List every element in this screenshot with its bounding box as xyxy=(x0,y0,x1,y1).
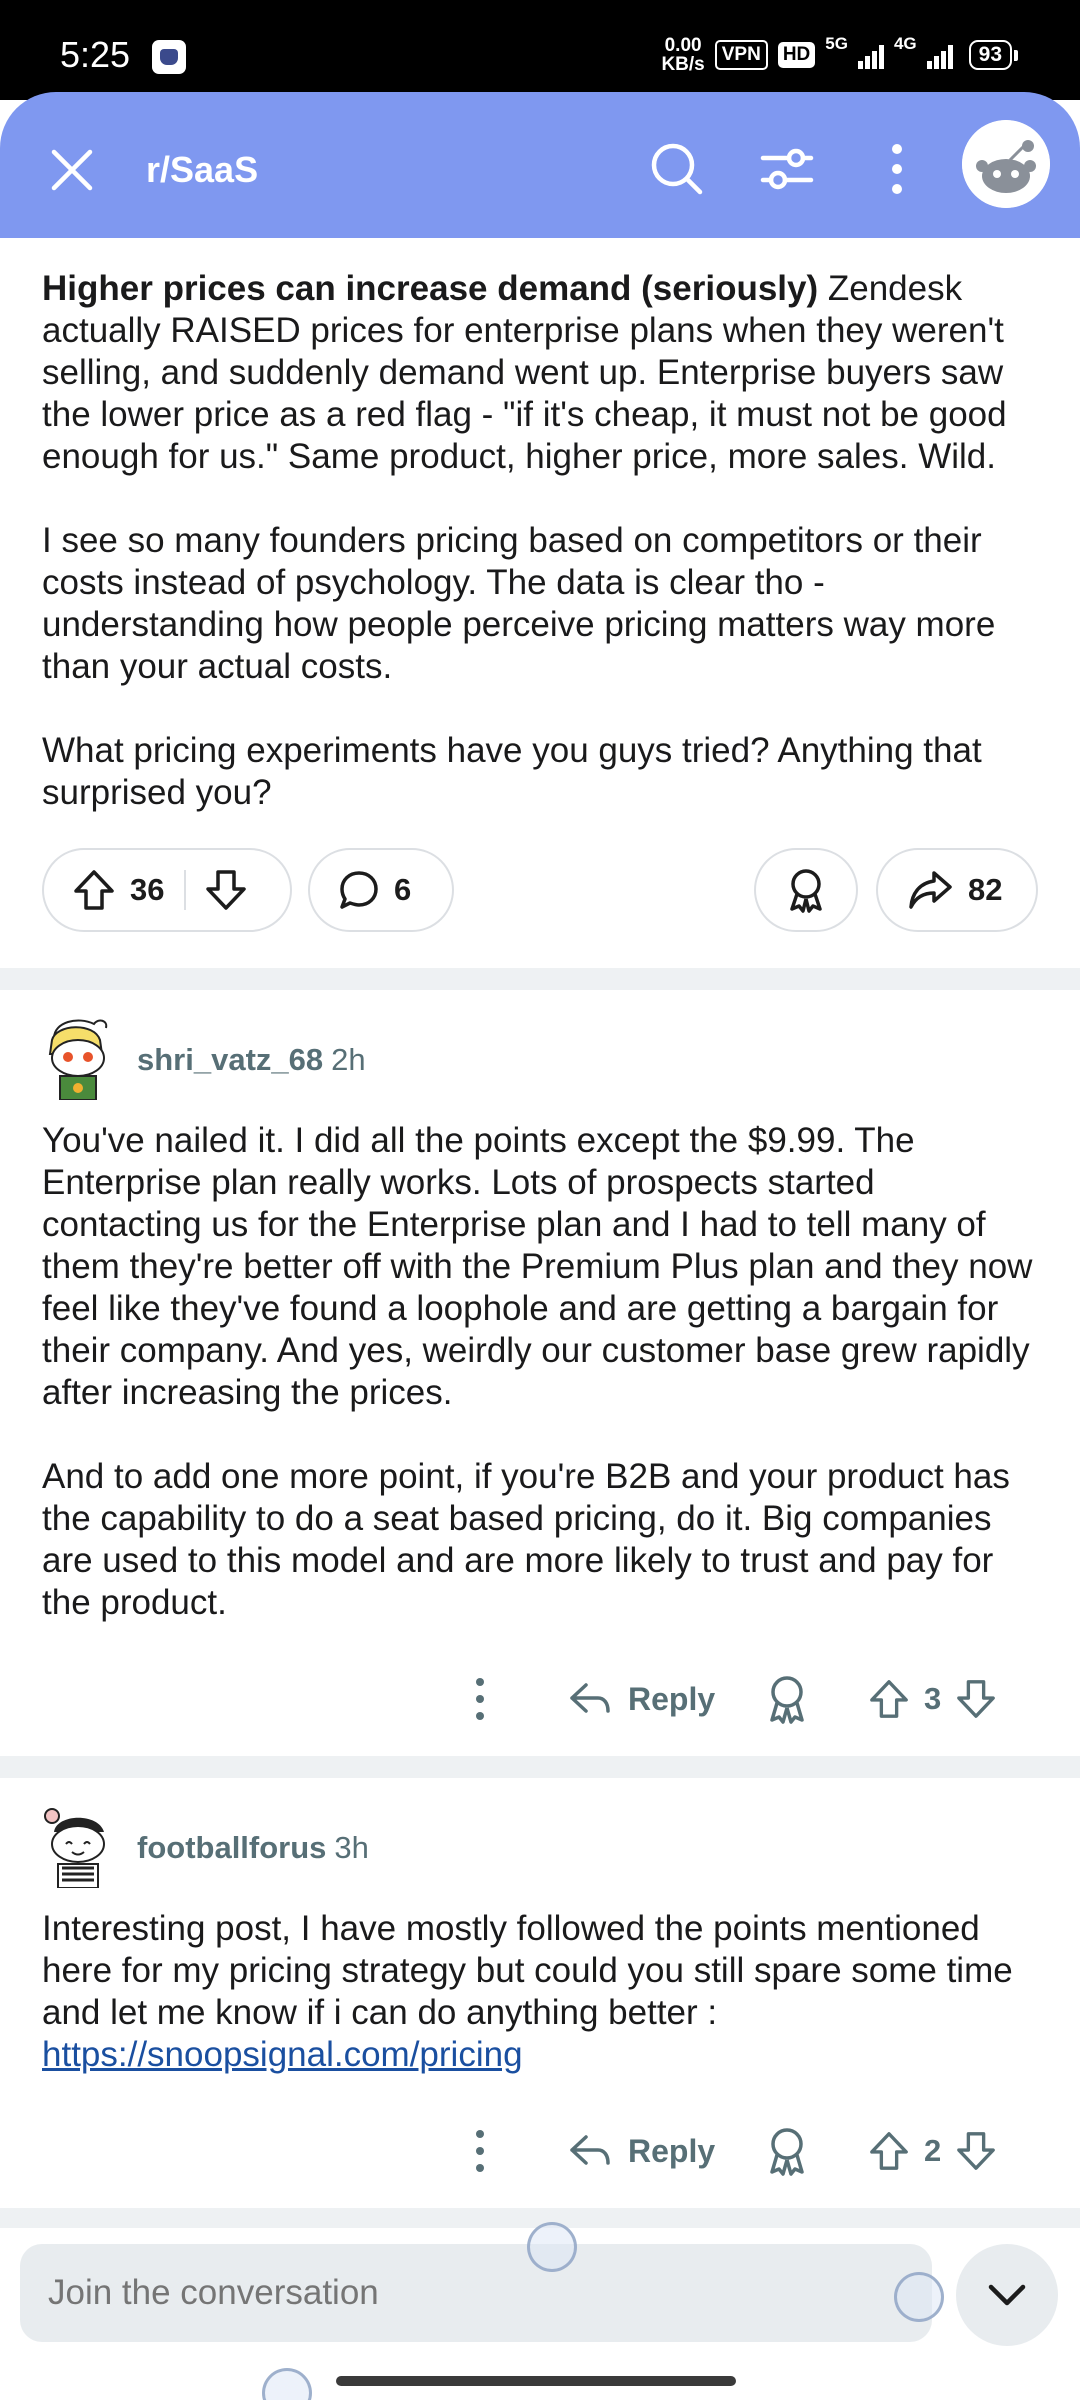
hd-badge: HD xyxy=(777,42,816,68)
comment-body: You've nailed it. I did all the points e… xyxy=(0,1120,1080,1624)
collapse-button[interactable] xyxy=(956,2244,1058,2346)
upvote-count: 36 xyxy=(130,872,165,907)
reply-icon xyxy=(570,2135,610,2165)
search-button[interactable] xyxy=(640,132,714,206)
status-time: 5:25 xyxy=(60,34,131,75)
post-paragraph: Higher prices can increase demand (serio… xyxy=(42,269,1007,476)
downvote-icon[interactable] xyxy=(204,868,248,912)
comment-username[interactable]: shri_vatz_68 xyxy=(137,1042,323,1077)
comment-age: 2h xyxy=(331,1042,366,1077)
comments-button[interactable]: 6 xyxy=(308,848,454,932)
downvote-icon[interactable] xyxy=(955,2130,997,2172)
comment: shri_vatz_68 2h You've nailed it. I did a… xyxy=(0,990,1080,1756)
gesture-home-bar[interactable] xyxy=(336,2376,736,2386)
comment-header: footballforus 3h xyxy=(0,1778,1080,1908)
comment-paragraph: And to add one more point, if you're B2B… xyxy=(42,1457,1010,1622)
comment-count: 6 xyxy=(394,872,412,907)
sim1-network-label: 5G xyxy=(825,34,848,53)
upvote-icon[interactable] xyxy=(72,868,116,912)
pricing-link[interactable]: https://snoopsignal.com/pricing xyxy=(42,2035,523,2074)
section-divider xyxy=(0,968,1080,990)
battery-icon: 93 xyxy=(968,40,1019,70)
notification-app-icon xyxy=(152,40,186,74)
comment-paragraph: Interesting post, I have mostly followed… xyxy=(42,1909,1013,2074)
close-icon[interactable] xyxy=(46,144,98,196)
post-body: Higher prices can increase demand (serio… xyxy=(0,238,1080,814)
more-vertical-icon[interactable] xyxy=(460,1674,500,1724)
app-bar: r/SaaS xyxy=(0,92,1080,238)
touch-indicator xyxy=(894,2272,944,2322)
chevron-down-icon xyxy=(988,2284,1026,2306)
section-divider xyxy=(0,1756,1080,1778)
post-paragraph: What pricing experiments have you guys t… xyxy=(42,731,982,812)
comment-paragraph: You've nailed it. I did all the points e… xyxy=(42,1121,1033,1412)
comment-meta: shri_vatz_68 2h xyxy=(137,1040,366,1080)
reply-button[interactable]: Reply xyxy=(568,1672,715,1726)
user-avatar[interactable] xyxy=(38,1014,120,1100)
reply-label: Reply xyxy=(628,2132,716,2169)
signal-icon xyxy=(857,41,884,69)
comment-vote-count: 3 xyxy=(924,1681,942,1716)
touch-indicator xyxy=(527,2222,577,2272)
share-icon xyxy=(909,871,952,909)
reply-label: Reply xyxy=(628,1680,716,1717)
reply-button[interactable]: Reply xyxy=(568,2124,715,2178)
post-vote-pill: 36 xyxy=(42,848,292,932)
vote-divider xyxy=(184,870,187,910)
vpn-badge: VPN xyxy=(714,40,768,70)
user-avatar[interactable] xyxy=(38,1802,120,1888)
comment-action-bar: Reply 2 xyxy=(0,2096,1080,2208)
comment-vote: 2 xyxy=(868,2124,997,2178)
downvote-icon[interactable] xyxy=(955,1678,997,1720)
post-action-bar: 36 6 82 xyxy=(0,834,1080,954)
status-bar: 5:25 0.00 KB/s VPN HD 5G 4G 93 xyxy=(0,0,1080,100)
award-icon[interactable] xyxy=(762,2124,812,2178)
post-bold-heading: Higher prices can increase demand (serio… xyxy=(42,269,819,308)
comment-action-bar: Reply 3 xyxy=(0,1644,1080,1756)
comment: footballforus 3h Interesting post, I have… xyxy=(0,1778,1080,2208)
more-options-button[interactable] xyxy=(860,132,934,206)
join-conversation-input[interactable] xyxy=(20,2244,932,2342)
subreddit-name[interactable]: r/SaaS xyxy=(146,144,258,196)
comment-meta: footballforus 3h xyxy=(137,1828,369,1868)
signal-icon xyxy=(926,41,953,69)
comment-vote-count: 2 xyxy=(924,2133,942,2168)
comment-username[interactable]: footballforus xyxy=(137,1830,326,1865)
search-icon xyxy=(651,143,703,195)
comment-body: Interesting post, I have mostly followed… xyxy=(0,1908,1080,2076)
share-button[interactable]: 82 xyxy=(876,848,1038,932)
post-paragraph: I see so many founders pricing based on … xyxy=(42,521,996,686)
reply-icon xyxy=(570,1683,610,1713)
upvote-icon[interactable] xyxy=(868,2130,910,2172)
filter-icon xyxy=(760,148,814,190)
more-vertical-icon[interactable] xyxy=(460,2126,500,2176)
status-indicators: 0.00 KB/s VPN HD 5G 4G 93 xyxy=(661,34,1019,75)
user-avatar-button[interactable] xyxy=(962,120,1050,208)
comment-icon xyxy=(340,871,378,909)
award-icon xyxy=(790,869,822,913)
comment-header: shri_vatz_68 2h xyxy=(0,990,1080,1120)
more-vertical-icon xyxy=(892,144,902,194)
avatar xyxy=(962,120,1050,208)
share-count: 82 xyxy=(968,872,1003,907)
post-detail-content: Higher prices can increase demand (serio… xyxy=(0,238,1080,2360)
comment-vote: 3 xyxy=(868,1672,997,1726)
award-button[interactable] xyxy=(754,848,858,932)
award-icon[interactable] xyxy=(762,1672,812,1726)
sim2-network-label: 4G xyxy=(893,34,917,53)
comment-age: 3h xyxy=(334,1830,369,1865)
sort-filter-button[interactable] xyxy=(750,132,824,206)
upvote-icon[interactable] xyxy=(868,1678,910,1720)
network-speed: 0.00 KB/s xyxy=(661,35,705,75)
